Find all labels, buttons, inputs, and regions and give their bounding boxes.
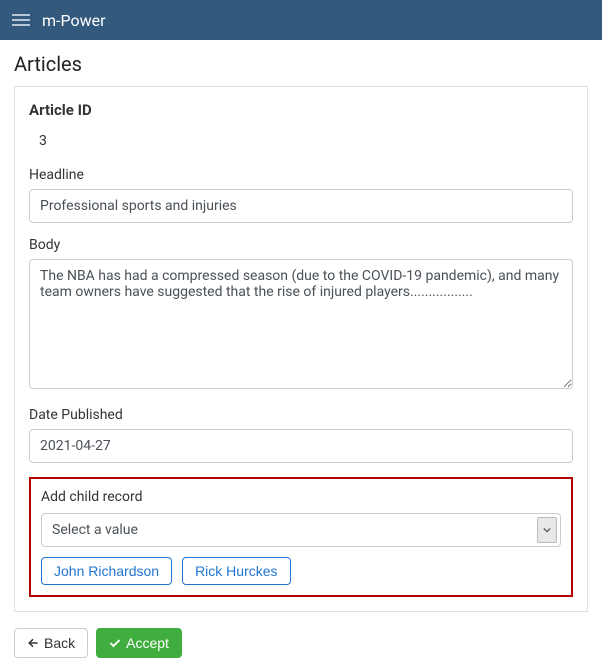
- page: Articles Article ID 3 Headline Body Date…: [0, 40, 602, 670]
- body-label: Body: [29, 237, 573, 253]
- date-published-input[interactable]: [29, 429, 573, 463]
- button-row: Back Accept: [14, 628, 588, 658]
- menu-icon[interactable]: [12, 14, 30, 26]
- navbar: m-Power: [0, 0, 602, 40]
- chip-rick-hurckes[interactable]: Rick Hurckes: [182, 557, 290, 585]
- chip-john-richardson[interactable]: John Richardson: [41, 557, 172, 585]
- back-button[interactable]: Back: [14, 628, 88, 658]
- arrow-left-icon: [27, 637, 39, 649]
- body-textarea[interactable]: [29, 259, 573, 389]
- headline-label: Headline: [29, 167, 573, 183]
- field-headline: Headline: [29, 167, 573, 223]
- date-published-label: Date Published: [29, 407, 573, 423]
- article-id-value: 3: [29, 129, 573, 153]
- navbar-title: m-Power: [42, 11, 106, 30]
- headline-input[interactable]: [29, 189, 573, 223]
- child-record-label: Add child record: [41, 489, 561, 505]
- back-button-label: Back: [44, 635, 75, 651]
- child-record-select[interactable]: Select a value: [41, 513, 561, 547]
- form-card: Article ID 3 Headline Body Date Publishe…: [14, 86, 588, 612]
- check-icon: [109, 637, 121, 649]
- article-id-label: Article ID: [29, 101, 573, 119]
- field-date-published: Date Published: [29, 407, 573, 463]
- page-title: Articles: [14, 52, 588, 76]
- child-record-section: Add child record Select a value John Ric…: [29, 477, 573, 597]
- field-article-id: Article ID 3: [29, 101, 573, 153]
- accept-button[interactable]: Accept: [96, 628, 182, 658]
- child-record-chips: John Richardson Rick Hurckes: [41, 557, 561, 585]
- field-body: Body: [29, 237, 573, 393]
- accept-button-label: Accept: [126, 635, 169, 651]
